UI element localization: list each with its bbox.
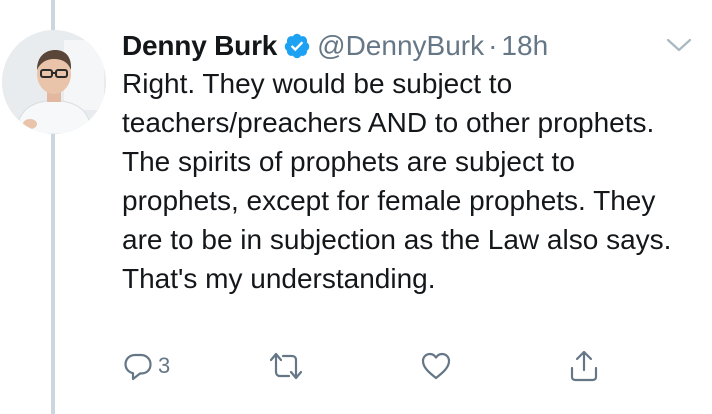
tweet-text: Right. They would be subject to teachers… xyxy=(122,68,672,294)
avatar[interactable] xyxy=(2,30,106,134)
separator-dot: · xyxy=(488,30,498,61)
share-icon xyxy=(568,349,600,383)
retweet-icon xyxy=(268,350,304,382)
tweet-header: Denny Burk @DennyBurk · 18h xyxy=(122,26,548,66)
heart-icon xyxy=(420,350,452,382)
chevron-down-icon[interactable] xyxy=(666,36,692,54)
reply-icon xyxy=(122,350,154,382)
action-bar: 3 xyxy=(122,346,642,386)
timestamp[interactable]: 18h xyxy=(501,30,548,62)
reply-button[interactable]: 3 xyxy=(122,346,170,386)
like-button[interactable] xyxy=(420,346,452,386)
tweet[interactable]: Denny Burk @DennyBurk · 18h Right. They … xyxy=(0,0,712,414)
author-handle[interactable]: @DennyBurk xyxy=(317,30,484,62)
share-button[interactable] xyxy=(568,346,600,386)
retweet-button[interactable] xyxy=(268,346,304,386)
verified-badge-icon xyxy=(283,32,311,60)
reply-count: 3 xyxy=(158,353,171,378)
author-name[interactable]: Denny Burk xyxy=(122,30,277,62)
